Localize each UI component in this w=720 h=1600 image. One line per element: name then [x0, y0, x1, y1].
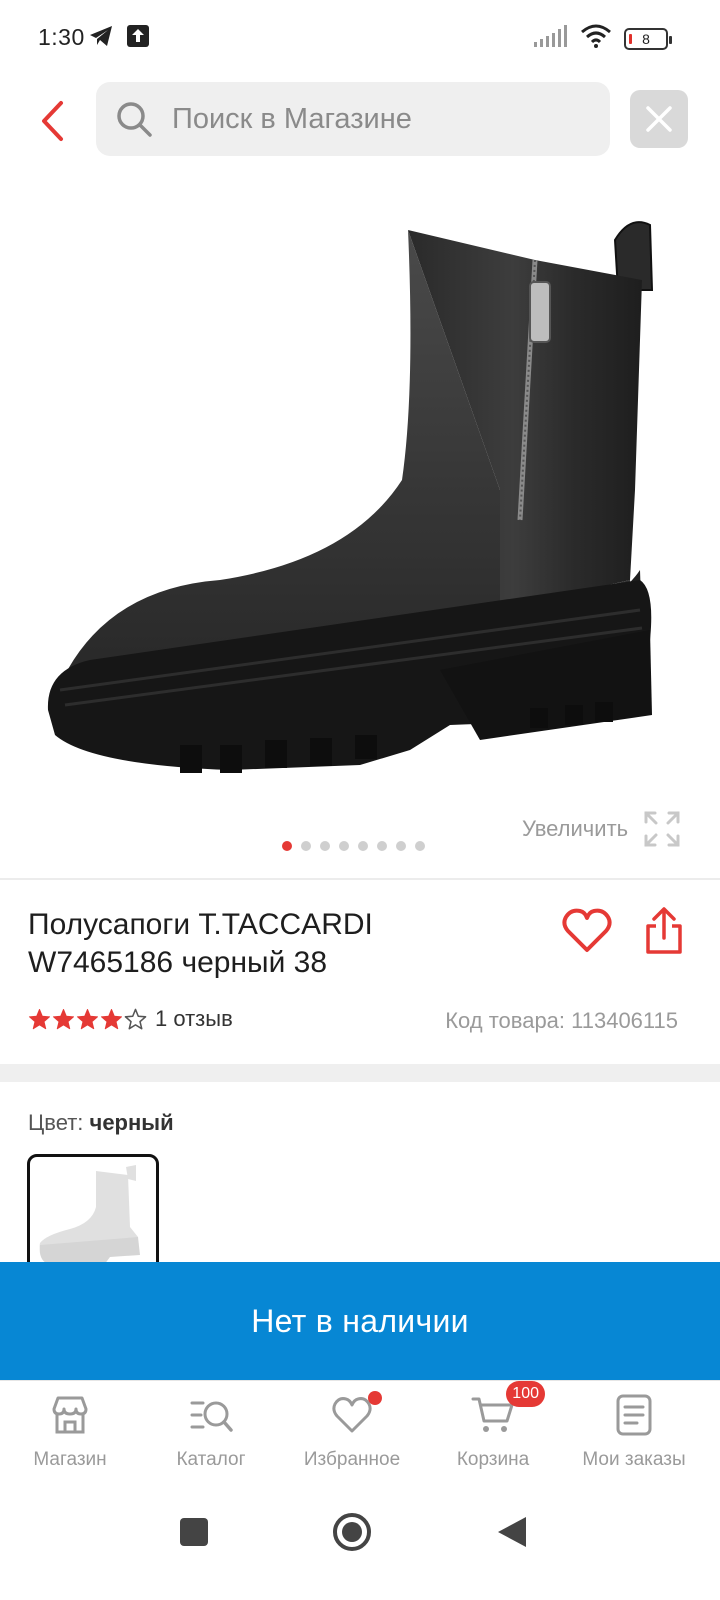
nav-label: Корзина [456, 1449, 530, 1470]
product-code: Код товара: 113406115 [445, 1008, 678, 1033]
gallery-dot[interactable] [377, 841, 387, 851]
nav-label: Магазин [33, 1449, 107, 1470]
favorites-badge-dot [368, 1391, 382, 1405]
home-button[interactable] [322, 1502, 382, 1562]
cart-badge: 100 [506, 1381, 545, 1407]
triangle-back-icon [498, 1517, 526, 1547]
search-input[interactable]: Поиск в Магазине [96, 82, 610, 156]
share-icon [646, 907, 682, 954]
nav-label: Мои заказы [582, 1449, 686, 1470]
heart-icon [562, 908, 612, 952]
search-placeholder: Поиск в Магазине [172, 102, 412, 135]
nav-item-catalog[interactable]: Каталог [141, 1393, 281, 1471]
star-filled-icon [28, 1008, 51, 1029]
expand-icon[interactable] [643, 810, 681, 848]
telegram-icon [88, 24, 114, 53]
catalog-search-icon [189, 1393, 233, 1437]
home-circle-icon [333, 1513, 371, 1551]
color-value: черный [89, 1110, 174, 1135]
divider [0, 878, 720, 880]
star-filled-icon [52, 1008, 75, 1029]
zoom-label[interactable]: Увеличить [522, 816, 628, 842]
rating-stars [28, 1008, 147, 1031]
bottom-nav: Магазин Каталог Избранное 100 Корзина Мо… [0, 1380, 720, 1480]
back-button[interactable] [30, 96, 74, 146]
gallery-dot[interactable] [415, 841, 425, 851]
out-of-stock-button[interactable]: Нет в наличии [0, 1262, 720, 1380]
nav-label: Избранное [303, 1449, 401, 1470]
gallery-dot[interactable] [320, 841, 330, 851]
product-title-line-1: Полусапоги T.TACCARDI [28, 908, 373, 941]
cart-icon: 100 [471, 1381, 545, 1437]
gallery-dot[interactable] [358, 841, 368, 851]
star-filled-icon [76, 1008, 99, 1029]
nav-label: Каталог [176, 1449, 246, 1470]
nav-item-cart[interactable]: 100 Корзина [423, 1381, 563, 1471]
gallery-dot[interactable] [301, 841, 311, 851]
status-bar: 1:30 8 [0, 0, 720, 76]
close-icon [646, 106, 672, 132]
section-separator [0, 1064, 720, 1082]
nav-item-favorites[interactable]: Избранное [282, 1391, 422, 1471]
star-filled-icon [100, 1008, 123, 1029]
share-button[interactable] [642, 904, 686, 958]
search-icon [117, 102, 152, 137]
wifi-icon [580, 24, 612, 53]
clear-search-button[interactable] [630, 90, 688, 148]
system-nav-bar [0, 1482, 720, 1600]
recents-button[interactable] [164, 1502, 224, 1562]
gallery-pagination [282, 841, 425, 851]
gallery-dot[interactable] [396, 841, 406, 851]
color-line: Цвет: черный [28, 1110, 174, 1136]
battery-icon: 8 [624, 27, 672, 50]
reviews-count[interactable]: 1 отзыв [155, 1006, 233, 1032]
product-image[interactable] [30, 190, 690, 800]
product-title: Полусапоги T.TACCARDI W7465186 черный 38 [28, 906, 448, 982]
heart-icon [330, 1391, 382, 1437]
add-to-favorites-button[interactable] [560, 904, 614, 958]
product-rating[interactable]: 1 отзыв [28, 1006, 233, 1032]
gallery-dot[interactable] [282, 841, 292, 851]
signal-icon [534, 25, 568, 52]
system-back-button[interactable] [482, 1502, 542, 1562]
upload-icon [126, 24, 150, 53]
gallery-dot[interactable] [339, 841, 349, 851]
nav-item-store[interactable]: Магазин [0, 1393, 140, 1471]
product-title-line-2: W7465186 черный 38 [28, 946, 328, 979]
battery-level: 8 [642, 30, 650, 47]
star-empty-icon [124, 1008, 147, 1029]
orders-icon [612, 1393, 656, 1437]
square-icon [180, 1518, 208, 1546]
store-icon [48, 1393, 92, 1437]
chevron-left-icon [42, 101, 63, 141]
color-label: Цвет: [28, 1110, 84, 1135]
status-time: 1:30 [38, 24, 85, 50]
nav-item-orders[interactable]: Мои заказы [564, 1393, 704, 1471]
